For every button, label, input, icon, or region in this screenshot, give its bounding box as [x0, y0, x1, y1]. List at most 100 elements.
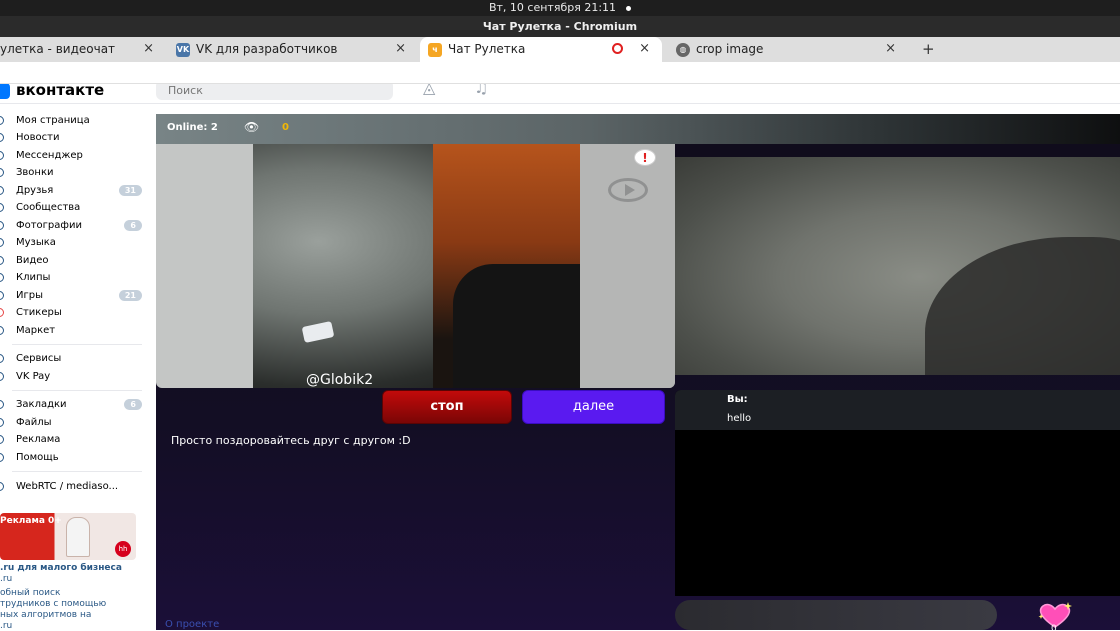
recording-icon — [612, 43, 623, 54]
sidebar-item-label: Файлы — [16, 417, 52, 428]
sidebar-item-market[interactable]: Маркет — [0, 322, 150, 339]
ad-image[interactable]: Реклама 0+ hh — [0, 513, 136, 560]
stop-button[interactable]: стоп — [382, 390, 512, 424]
tab-crop-image[interactable]: ◍ crop image × — [670, 37, 906, 62]
online-count: Online: 2 — [167, 122, 218, 133]
sidebar-item-label: Сообщества — [16, 202, 81, 213]
sidebar-item-photos[interactable]: Фотографии 6 — [0, 217, 150, 234]
chat-favicon-icon: ч — [428, 42, 442, 57]
eye-icon: 👁 — [244, 120, 260, 134]
close-tab-icon[interactable]: × — [639, 37, 650, 61]
communities-icon — [0, 203, 4, 212]
about-link[interactable]: О проекте — [165, 619, 219, 630]
sidebar-item-friends[interactable]: Друзья 31 — [0, 182, 150, 199]
music-icon[interactable]: ♫ — [474, 84, 488, 97]
sidebar-item-stickers[interactable]: Стикеры — [0, 304, 150, 321]
system-clock[interactable]: Вт, 10 сентября 21:11 — [489, 1, 616, 14]
app-icon — [0, 482, 4, 491]
sidebar-item-music[interactable]: Музыка — [0, 234, 150, 251]
market-icon — [0, 326, 4, 335]
roulette-top-bar: Online: 2 👁 0 — [156, 114, 1120, 144]
divider — [12, 471, 142, 472]
sidebar-item-label: Помощь — [16, 452, 59, 463]
sidebar-item-label: Стикеры — [16, 307, 62, 318]
sidebar-item-video[interactable]: Видео — [0, 252, 150, 269]
close-tab-icon[interactable]: × — [143, 37, 154, 61]
bell-icon[interactable]: ◬ — [423, 84, 435, 97]
stranger-username: @Globik2 — [306, 372, 374, 388]
sidebar-item-label: Игры — [16, 290, 43, 301]
sidebar-item-messenger[interactable]: Мессенджер — [0, 147, 150, 164]
tab-label: улетка - видеочат — [0, 42, 116, 56]
bookmark-icon — [0, 400, 4, 409]
sidebar-item-vkpay[interactable]: VK Pay — [0, 368, 150, 385]
services-icon — [0, 354, 4, 363]
phone-icon — [0, 168, 4, 177]
close-tab-icon[interactable]: × — [395, 37, 406, 61]
sidebar-item-label: Реклама — [16, 434, 61, 445]
sidebar-item-label: Друзья — [16, 185, 54, 196]
sidebar-item-label: Мессенджер — [16, 150, 83, 161]
sidebar-item-games[interactable]: Игры 21 — [0, 287, 150, 304]
count-badge: 6 — [124, 220, 142, 231]
sidebar-item-files[interactable]: Файлы — [0, 414, 150, 431]
close-tab-icon[interactable]: × — [885, 37, 896, 61]
chat-box: Вы: hello — [675, 390, 1120, 596]
sidebar-item-bookmarks[interactable]: Закладки 6 — [0, 396, 150, 413]
my-video — [675, 157, 1120, 375]
sidebar-item-label: Клипы — [16, 272, 51, 283]
ad-title[interactable]: .ru для малого бизнеса — [0, 563, 122, 573]
tab-videochat[interactable]: улетка - видеочат × — [0, 37, 160, 62]
vk-search-input[interactable] — [156, 84, 393, 100]
greeting-text: Просто поздоровайтесь друг с другом :D — [171, 434, 411, 447]
sidebar-item-news[interactable]: Новости — [0, 129, 150, 146]
sidebar-item-label: Фотографии — [16, 220, 82, 231]
notification-dot-icon — [626, 5, 632, 11]
sidebar-item-label: Закладки — [16, 399, 67, 410]
wallet-icon — [0, 372, 4, 381]
vk-logo-text: вконтакте — [16, 84, 105, 99]
video-scene-shadow — [453, 264, 580, 388]
sidebar-item-ads[interactable]: Реклама — [0, 431, 150, 448]
next-button[interactable]: далее — [522, 390, 665, 424]
sidebar-item-help[interactable]: Помощь — [0, 449, 150, 466]
person-illustration — [66, 517, 90, 557]
count-badge: 31 — [118, 185, 142, 196]
sidebar-item-my-page[interactable]: Моя страница — [0, 112, 150, 129]
tab-vk-dev[interactable]: VK VK для разработчиков × — [176, 37, 412, 62]
vk-logo[interactable]: вконтакте — [0, 84, 104, 99]
sidebar-item-label: Моя страница — [16, 115, 90, 126]
ad-badge: Реклама 0+ — [0, 516, 62, 526]
tab-label: crop image — [696, 42, 764, 56]
report-button[interactable]: ! — [634, 149, 656, 166]
system-top-bar: Вт, 10 сентября 21:11 — [0, 0, 1120, 16]
sidebar-item-webrtc[interactable]: WebRTC / mediaso... — [0, 478, 150, 495]
sidebar-item-communities[interactable]: Сообщества — [0, 199, 150, 216]
tab-label: Чат Рулетка — [448, 42, 526, 56]
new-tab-button[interactable]: + — [922, 37, 935, 61]
stranger-video-panel: @Globik2 ! — [156, 144, 675, 388]
message-input[interactable] — [675, 600, 997, 630]
divider — [12, 344, 142, 345]
globe-favicon-icon: ◍ — [676, 42, 690, 57]
sidebar-item-services[interactable]: Сервисы — [0, 350, 150, 367]
photo-icon — [0, 221, 4, 230]
sidebar-item-clips[interactable]: Клипы — [0, 269, 150, 286]
stickers-icon — [0, 308, 4, 317]
sidebar-item-calls[interactable]: Звонки — [0, 164, 150, 181]
video-scene-person — [925, 237, 1120, 375]
sidebar-item-label: WebRTC / mediaso... — [16, 481, 119, 492]
sidebar-item-label: VK Pay — [16, 371, 51, 382]
ad-text-line: обный поиск — [0, 588, 61, 598]
video-scene-light — [301, 321, 335, 343]
help-icon — [0, 453, 4, 462]
friends-icon — [0, 186, 4, 195]
ad-text-line: трудников с помощью — [0, 599, 107, 609]
tab-chat-roulette[interactable]: ч Чат Рулетка × — [420, 37, 662, 62]
ad-domain[interactable]: .ru — [0, 574, 12, 584]
ads-icon — [0, 435, 4, 444]
play-icon[interactable] — [608, 178, 648, 202]
ad-text-line: ных алгоритмов на — [0, 610, 92, 620]
message-sender: Вы: — [727, 394, 748, 405]
video-controls-strip: ! — [580, 144, 675, 388]
